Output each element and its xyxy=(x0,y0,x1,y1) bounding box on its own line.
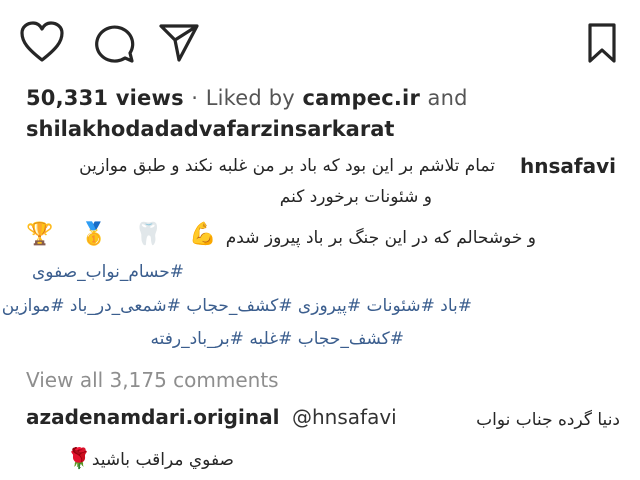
liked-by-user-link[interactable]: campec.ir xyxy=(302,86,420,110)
comment-icon[interactable] xyxy=(92,20,136,64)
and-label: and xyxy=(427,86,468,110)
heart-icon[interactable] xyxy=(18,20,66,64)
separator: · xyxy=(191,86,199,110)
caption-line-2: و شئونات برخورد کنم xyxy=(279,187,432,207)
comment-line-2: صفوي مراقب باشيد xyxy=(91,450,234,470)
comment-line-2-wrap: صفوي مراقب باشيد🌹 xyxy=(61,446,234,470)
muscle-icon: 💪 xyxy=(189,222,227,247)
liked-by-user2-link[interactable]: shilakhodadadvafarzinsarkarat xyxy=(26,117,394,141)
hashtags-line-3[interactable]: #کشف_حجاب #غلبه #بر_باد_رفته xyxy=(151,329,405,349)
caption-username[interactable]: hnsafavi xyxy=(520,154,616,178)
comment-username[interactable]: azadenamdari.original xyxy=(26,405,279,429)
caption-emojis: 🏆 🥇 🦷 💪 xyxy=(26,222,227,247)
bookmark-icon[interactable] xyxy=(586,22,618,64)
hashtags-line-1[interactable]: #حسام_نواب_صفوی xyxy=(32,262,184,282)
view-all-comments-link[interactable]: View all 3,175 comments xyxy=(26,368,279,392)
post-action-bar xyxy=(0,20,640,64)
caption-line-1: تمام تلاشم بر این بود که باد بر من غلبه … xyxy=(79,156,495,176)
views-count[interactable]: 50,331 views xyxy=(26,86,184,110)
caption-line-3: و خوشحالم که در این جنگ بر باد پیروز شدم xyxy=(225,228,536,248)
comment-line-1: دنیا گرده جناب نواب xyxy=(476,410,620,430)
liked-by-label: Liked by xyxy=(205,86,295,110)
likes-summary: 50,331 views · Liked by campec.ir and xyxy=(26,86,468,110)
medal-icon: 🥇 xyxy=(80,222,118,247)
tooth-icon: 🦷 xyxy=(134,222,173,247)
trophy-icon: 🏆 xyxy=(26,222,64,247)
rose-icon: 🌹 xyxy=(66,446,92,470)
hashtags-line-2[interactable]: #باد #شئونات #پیروزی #کشف_حجاب #شمعی_در_… xyxy=(2,296,472,316)
share-icon[interactable] xyxy=(157,20,201,64)
comment-mention[interactable]: @hnsafavi xyxy=(292,405,397,429)
